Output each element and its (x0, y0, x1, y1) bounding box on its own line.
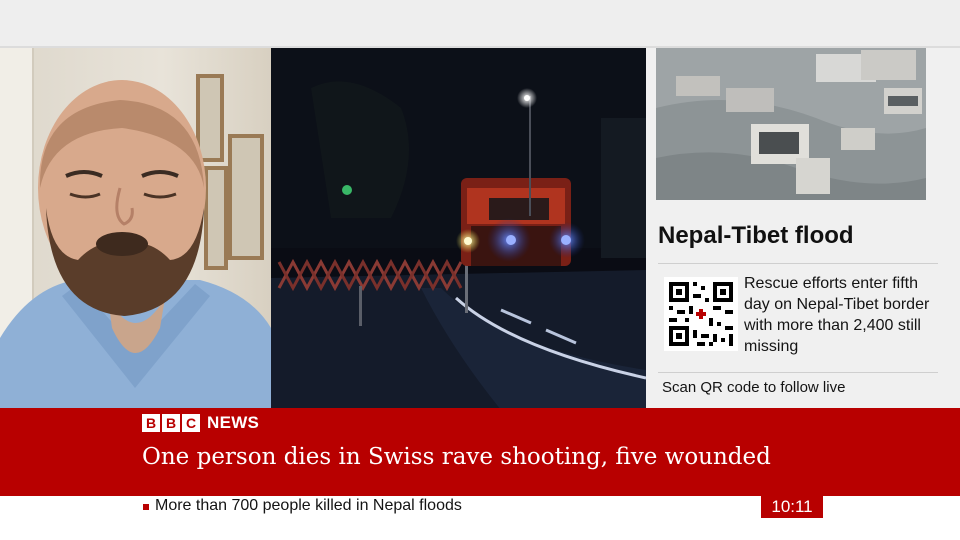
presenter-video (0, 48, 271, 410)
night-scene-video (271, 48, 646, 410)
logo-news-word: NEWS (207, 413, 260, 432)
story-panel: Nepal-Tibet flood Rescue efforts enter f… (646, 48, 960, 410)
logo-block: B (142, 414, 160, 432)
presenter-figure (0, 80, 271, 410)
night-scene (271, 48, 646, 410)
logo-block: C (182, 414, 200, 432)
logo-block: B (162, 414, 180, 432)
story-summary: Rescue efforts enter fifth day on Nepal-… (744, 275, 930, 355)
flood-photo (656, 48, 926, 200)
divider (658, 263, 938, 264)
qr-call-to-action: Scan QR code to follow live (662, 379, 846, 396)
top-strip (0, 0, 960, 48)
clock: 10:11 (761, 496, 823, 518)
headline-banner: B B C NEWS One person dies in Swiss rave… (0, 408, 960, 496)
main-headline: One person dies in Swiss rave shooting, … (142, 444, 771, 470)
qr-code-icon[interactable] (664, 277, 738, 351)
divider (658, 372, 938, 373)
ticker-text: More than 700 people killed in Nepal flo… (155, 497, 462, 514)
news-ticker: More than 700 people killed in Nepal flo… (0, 496, 960, 540)
story-headline: Nepal-Tibet flood (658, 222, 854, 249)
ticker-bullet-icon (143, 504, 149, 510)
bbc-news-logo: B B C NEWS (142, 412, 259, 434)
